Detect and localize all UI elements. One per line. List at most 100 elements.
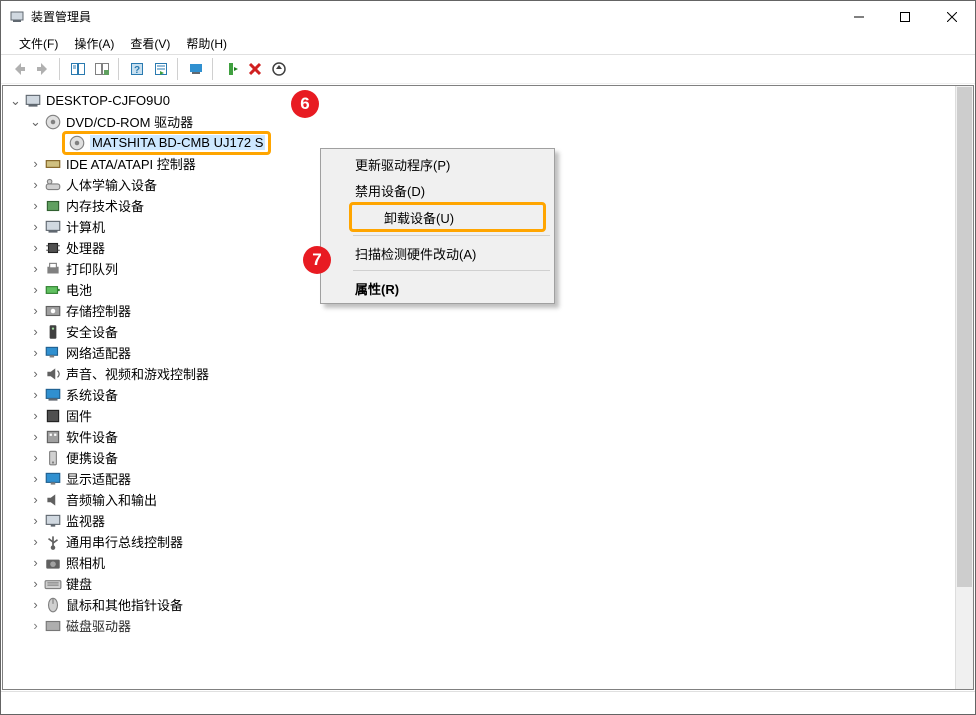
expand-icon[interactable]: › [27, 239, 44, 256]
menu-disable-device[interactable]: 禁用设备(D) [323, 177, 552, 203]
expand-icon[interactable]: › [27, 176, 44, 193]
cat-label: 音频输入和输出 [66, 490, 157, 509]
menu-separator [353, 270, 550, 271]
battery-icon [44, 281, 62, 299]
tree-root[interactable]: ⌄ DESKTOP-CJFO9U0 [5, 90, 955, 111]
expand-icon[interactable]: › [27, 281, 44, 298]
system-icon [44, 386, 62, 404]
expand-icon[interactable]: › [27, 323, 44, 340]
vertical-scrollbar[interactable] [955, 86, 973, 689]
expand-icon[interactable]: › [27, 218, 44, 235]
tree-category[interactable]: ›声音、视频和游戏控制器 [5, 363, 955, 384]
menu-update-driver[interactable]: 更新驱动程序(P) [323, 151, 552, 177]
expand-icon[interactable]: › [27, 428, 44, 445]
tree-category[interactable]: ›固件 [5, 405, 955, 426]
cat-label: 通用串行总线控制器 [66, 532, 183, 551]
menu-help[interactable]: 帮助(H) [178, 33, 235, 54]
minimize-button[interactable] [836, 1, 882, 32]
menu-uninstall-device[interactable]: 卸载设备(U) [349, 202, 546, 232]
usb-icon [44, 533, 62, 551]
highlight-device: MATSHITA BD-CMB UJ172 S [62, 131, 271, 155]
toolbar-separator [59, 58, 62, 80]
cat-label: 键盘 [66, 574, 92, 593]
collapse-icon[interactable]: ⌄ [7, 92, 24, 109]
toolbar-separator [177, 58, 180, 80]
statusbar [1, 691, 975, 714]
tree-category[interactable]: › 网络适配器 [5, 342, 955, 363]
tree-category[interactable]: › 音频输入和输出 [5, 489, 955, 510]
expand-icon[interactable]: › [27, 407, 44, 424]
portable-icon [44, 449, 62, 467]
app-icon [9, 9, 25, 25]
disc-drive-icon [68, 134, 86, 152]
expand-icon[interactable]: › [27, 449, 44, 466]
expand-icon[interactable]: › [27, 575, 44, 592]
back-button[interactable] [7, 57, 31, 81]
tree-category[interactable]: ›照相机 [5, 552, 955, 573]
software-icon [44, 428, 62, 446]
tree-category[interactable]: › 键盘 [5, 573, 955, 594]
menu-file[interactable]: 文件(F) [11, 33, 66, 54]
printer-icon [44, 260, 62, 278]
cat-label: 内存技术设备 [66, 196, 144, 215]
tree-category[interactable]: › 系统设备 [5, 384, 955, 405]
maximize-button[interactable] [882, 1, 928, 32]
tree-category[interactable]: › 通用串行总线控制器 [5, 531, 955, 552]
cat-label: 磁盘驱动器 [66, 616, 131, 635]
menu-view[interactable]: 查看(V) [122, 33, 178, 54]
expand-icon[interactable]: › [27, 491, 44, 508]
expand-icon[interactable]: › [27, 365, 44, 382]
camera-icon [44, 554, 62, 572]
menu-action[interactable]: 操作(A) [66, 33, 122, 54]
collapse-icon[interactable]: ⌄ [27, 113, 44, 130]
expand-icon[interactable]: › [27, 155, 44, 172]
uninstall-button[interactable] [243, 57, 267, 81]
menu-properties[interactable]: 属性(R) [323, 275, 552, 301]
security-icon [44, 323, 62, 341]
help-button[interactable]: ? [125, 57, 149, 81]
tree-category[interactable]: ›鼠标和其他指针设备 [5, 594, 955, 615]
mouse-icon [44, 596, 62, 614]
tree-category[interactable]: ›监视器 [5, 510, 955, 531]
scrollbar-thumb[interactable] [957, 87, 972, 587]
list-view-button[interactable] [149, 57, 173, 81]
update-driver-button[interactable] [219, 57, 243, 81]
tree-category[interactable]: ›安全设备 [5, 321, 955, 342]
expand-icon[interactable]: › [27, 554, 44, 571]
tree-category[interactable]: › 显示适配器 [5, 468, 955, 489]
expand-icon[interactable]: › [27, 533, 44, 550]
menu-separator [353, 235, 550, 236]
expand-icon[interactable]: › [27, 470, 44, 487]
toolbar-separator [118, 58, 121, 80]
expand-icon[interactable]: › [27, 617, 44, 634]
close-button[interactable] [928, 1, 975, 32]
disable-button[interactable] [267, 57, 291, 81]
memory-icon [44, 197, 62, 215]
menu-scan-hardware[interactable]: 扫描检测硬件改动(A) [323, 240, 552, 266]
menu-properties-label: 属性(R) [355, 279, 399, 298]
scan-hardware-button[interactable] [184, 57, 208, 81]
expand-icon[interactable]: › [27, 386, 44, 403]
cat-label: 系统设备 [66, 385, 118, 404]
tree-category[interactable]: ›软件设备 [5, 426, 955, 447]
computer-icon [44, 218, 62, 236]
cat-label: 网络适配器 [66, 343, 131, 362]
expand-icon[interactable]: › [27, 302, 44, 319]
annotation-6: 6 [291, 90, 319, 118]
expand-icon[interactable]: › [27, 344, 44, 361]
cat-label: 显示适配器 [66, 469, 131, 488]
keyboard-icon [44, 575, 62, 593]
disc-drive-icon [44, 113, 62, 131]
expand-icon[interactable]: › [27, 197, 44, 214]
cat-label: 处理器 [66, 238, 105, 257]
tree-category[interactable]: › 磁盘驱动器 [5, 615, 955, 636]
properties-toolbar-button[interactable] [90, 57, 114, 81]
forward-button[interactable] [31, 57, 55, 81]
firmware-icon [44, 407, 62, 425]
expand-icon[interactable]: › [27, 596, 44, 613]
tree-category-dvd[interactable]: ⌄ DVD/CD-ROM 驱动器 [5, 111, 955, 132]
expand-icon[interactable]: › [27, 260, 44, 277]
show-hide-tree-button[interactable] [66, 57, 90, 81]
expand-icon[interactable]: › [27, 512, 44, 529]
tree-category[interactable]: ›便携设备 [5, 447, 955, 468]
